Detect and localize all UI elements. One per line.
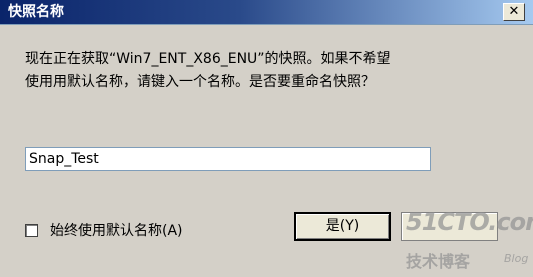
- no-button[interactable]: [401, 212, 498, 241]
- always-use-default-name-checkbox[interactable]: [25, 223, 38, 237]
- title-bar: 快照名称 ✕: [0, 0, 533, 25]
- watermark-subtitle: 技术博客: [406, 252, 471, 271]
- snapshot-name-input[interactable]: [25, 147, 431, 171]
- dialog-message: 现在正在获取“Win7_ENT_X86_ENU”的快照。如果不希望 使用用默认名…: [25, 51, 391, 90]
- checkbox-label: 始终使用默认名称(A): [50, 223, 183, 239]
- close-icon: ✕: [508, 4, 520, 19]
- yes-button[interactable]: 是(Y): [294, 212, 391, 241]
- window-title: 快照名称: [8, 4, 64, 20]
- always-use-default-name-row[interactable]: 始终使用默认名称(A): [25, 220, 183, 240]
- watermark-blog: Blog: [504, 252, 529, 265]
- close-button[interactable]: ✕: [503, 3, 525, 21]
